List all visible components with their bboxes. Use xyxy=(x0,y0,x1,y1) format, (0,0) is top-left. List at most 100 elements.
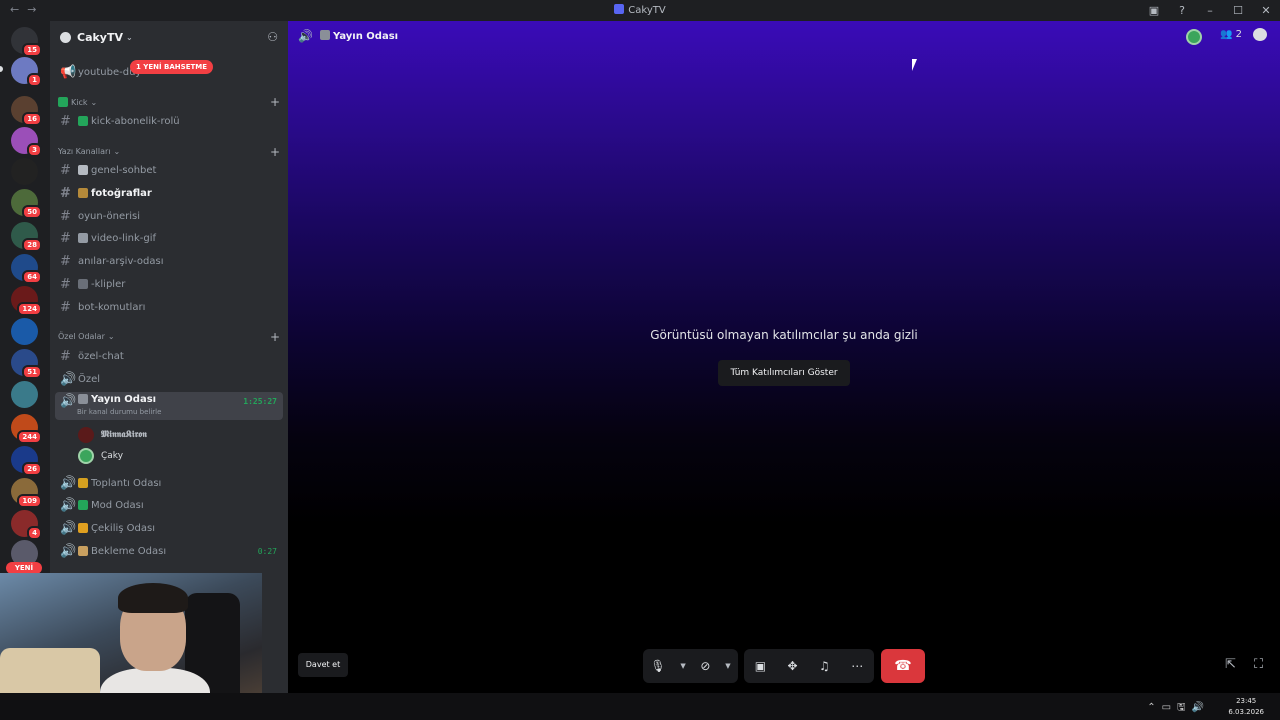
channel-status[interactable]: Bir kanal durumu belirle xyxy=(77,408,161,416)
channel-game[interactable]: # oyun-önerisi xyxy=(55,206,283,226)
server-icon[interactable]: 124 xyxy=(11,286,42,316)
server-icon[interactable] xyxy=(11,381,38,408)
unread-dot xyxy=(0,66,3,72)
server-icon[interactable]: 28 xyxy=(11,222,42,252)
server-icon[interactable]: 64 xyxy=(11,254,42,284)
channel-private-chat[interactable]: # özel-chat xyxy=(55,346,283,366)
avatar xyxy=(78,427,94,443)
server-icon[interactable]: 244 xyxy=(11,414,42,444)
help-icon[interactable]: ? xyxy=(1168,4,1196,17)
speaker-icon: 🔊 xyxy=(60,520,77,536)
chat-icon[interactable] xyxy=(1253,28,1267,41)
waiting-timer: 0:27 xyxy=(257,546,277,556)
announcement-icon: 📢 xyxy=(60,64,77,80)
guild-icon xyxy=(60,31,71,43)
hidden-participants-message: Görüntüsü olmayan katılımcılar şu anda g… xyxy=(650,328,918,342)
server-icon[interactable]: 1 xyxy=(11,57,42,87)
server-icon[interactable] xyxy=(11,158,38,185)
lock-icon xyxy=(78,478,88,488)
channel-memories[interactable]: # anılar-arşiv-odası xyxy=(55,251,283,271)
popout-icon[interactable]: ⇱ xyxy=(1225,657,1236,672)
speaker-icon: 🔊 xyxy=(60,497,77,513)
chevron-down-icon[interactable]: ▼ xyxy=(680,662,685,670)
channel-bot[interactable]: # bot-komutları xyxy=(55,297,283,317)
hash-icon: # xyxy=(60,185,71,201)
mic-camera-controls: 🎙 ▼ ⊘ ▼ xyxy=(643,649,738,683)
channel-general[interactable]: # genel-sohbet xyxy=(55,160,283,180)
server-icon[interactable]: 50 xyxy=(11,189,42,219)
screen-share-icon[interactable]: ▣ xyxy=(1140,4,1168,17)
speech-bubble-icon xyxy=(78,165,88,175)
clock[interactable]: 23:45 6.03.2026 xyxy=(1228,696,1264,718)
fullscreen-icon[interactable]: ⛶ xyxy=(1254,657,1263,672)
hash-icon: # xyxy=(60,162,71,178)
category-kick[interactable]: Kick ⌄ + xyxy=(58,95,280,109)
mouse-cursor xyxy=(912,59,917,71)
channel-clips[interactable]: # -klipler xyxy=(55,274,283,294)
maximize-button[interactable]: ☐ xyxy=(1224,4,1252,17)
channel-stream[interactable]: 🔊 Yayın Odası 1:25:27 Bir kanal durumu be… xyxy=(55,392,283,420)
add-channel-icon[interactable]: + xyxy=(270,145,280,159)
category-private[interactable]: Özel Odalar ⌄ + xyxy=(58,330,280,344)
system-tray[interactable]: ⌃▭🖫🔊 xyxy=(1147,700,1210,717)
avatar xyxy=(78,448,94,464)
server-icon[interactable]: 26 xyxy=(11,446,42,476)
disconnect-button[interactable]: ☎ xyxy=(881,649,925,683)
stream-timer: 1:25:27 xyxy=(243,397,277,406)
add-channel-icon[interactable]: + xyxy=(270,330,280,344)
channel-private-voice[interactable]: 🔊 Özel xyxy=(55,369,283,389)
minimize-button[interactable]: – xyxy=(1196,4,1224,17)
speaker-icon: 🔊 xyxy=(298,29,313,43)
channel-video[interactable]: # video-link-gif xyxy=(55,228,283,248)
hash-icon: # xyxy=(60,208,71,224)
check-icon xyxy=(78,116,88,126)
stage-channel-name: Yayın Odası xyxy=(320,30,398,42)
screen-share-icon[interactable]: ▣ xyxy=(755,659,766,673)
soundboard-icon[interactable]: ♫ xyxy=(819,659,830,673)
channel-waiting[interactable]: 🔊 Bekleme Odası 0:27 xyxy=(55,541,283,561)
voice-stage: 🔊 Yayın Odası 👥 2 Görüntüsü olmayan katı… xyxy=(288,21,1280,693)
channel-mod[interactable]: 🔊 Mod Odası xyxy=(55,495,283,515)
chevron-down-icon[interactable]: ▼ xyxy=(725,662,730,670)
server-icon[interactable]: 109 xyxy=(11,478,42,508)
participants-button[interactable]: 👥 2 xyxy=(1220,29,1242,40)
camera-off-icon[interactable]: ⊘ xyxy=(700,659,710,673)
direct-messages-icon[interactable]: 15 xyxy=(11,27,42,57)
phone-hangup-icon: ☎ xyxy=(894,658,912,674)
show-all-participants-button[interactable]: Tüm Katılımcıları Göster xyxy=(718,360,850,386)
activities-icon[interactable]: ✥ xyxy=(788,659,798,673)
server-icon[interactable]: 51 xyxy=(11,349,42,379)
user-avatar[interactable] xyxy=(1186,29,1202,45)
app-logo-icon xyxy=(614,4,625,14)
hash-icon: # xyxy=(60,276,71,292)
add-member-icon[interactable]: ⚇ xyxy=(267,30,278,44)
server-icon[interactable]: 4 xyxy=(11,510,42,540)
channel-meeting[interactable]: 🔊 Toplantı Odası xyxy=(55,473,283,493)
check-icon xyxy=(78,500,88,510)
server-icon[interactable]: 16 xyxy=(11,96,42,126)
category-text[interactable]: Yazı Kanalları ⌄ + xyxy=(58,145,280,159)
hourglass-icon xyxy=(78,546,88,556)
voice-member[interactable]: Çaky xyxy=(78,446,123,466)
invite-button[interactable]: Davet et xyxy=(298,653,348,677)
more-icon[interactable]: ⋯ xyxy=(851,659,863,673)
close-button[interactable]: ✕ xyxy=(1252,4,1280,17)
title-bar: ←→ CakyTV ▣ ? – ☐ ✕ xyxy=(0,0,1280,21)
server-icon[interactable]: 3 xyxy=(11,127,42,157)
channel-kick-sub[interactable]: # kick-abonelik-rolü xyxy=(55,111,283,131)
server-icon[interactable] xyxy=(11,318,38,345)
guild-header[interactable]: CakyTV ⌄ ⚇ xyxy=(50,21,288,53)
speaker-icon: 🔊 xyxy=(60,371,77,387)
channel-photos[interactable]: # fotoğraflar xyxy=(55,183,283,203)
trophy-icon xyxy=(78,523,88,533)
camera-icon xyxy=(320,30,330,40)
clapper-icon xyxy=(78,279,88,289)
channel-raffle[interactable]: 🔊 Çekiliş Odası xyxy=(55,518,283,538)
streamer-hair xyxy=(118,583,188,613)
add-channel-icon[interactable]: + xyxy=(270,95,280,109)
mention-pill[interactable]: 1 YENİ BAHSETME xyxy=(130,60,214,74)
voice-member[interactable]: 𝕸𝖎𝖓𝖓𝖆𝕶𝖎𝖗𝖔𝖓 xyxy=(78,425,147,445)
camera-icon xyxy=(78,394,88,404)
microphone-icon[interactable]: 🎙 xyxy=(650,659,665,673)
activity-controls: ▣ ✥ ♫ ⋯ xyxy=(744,649,874,683)
